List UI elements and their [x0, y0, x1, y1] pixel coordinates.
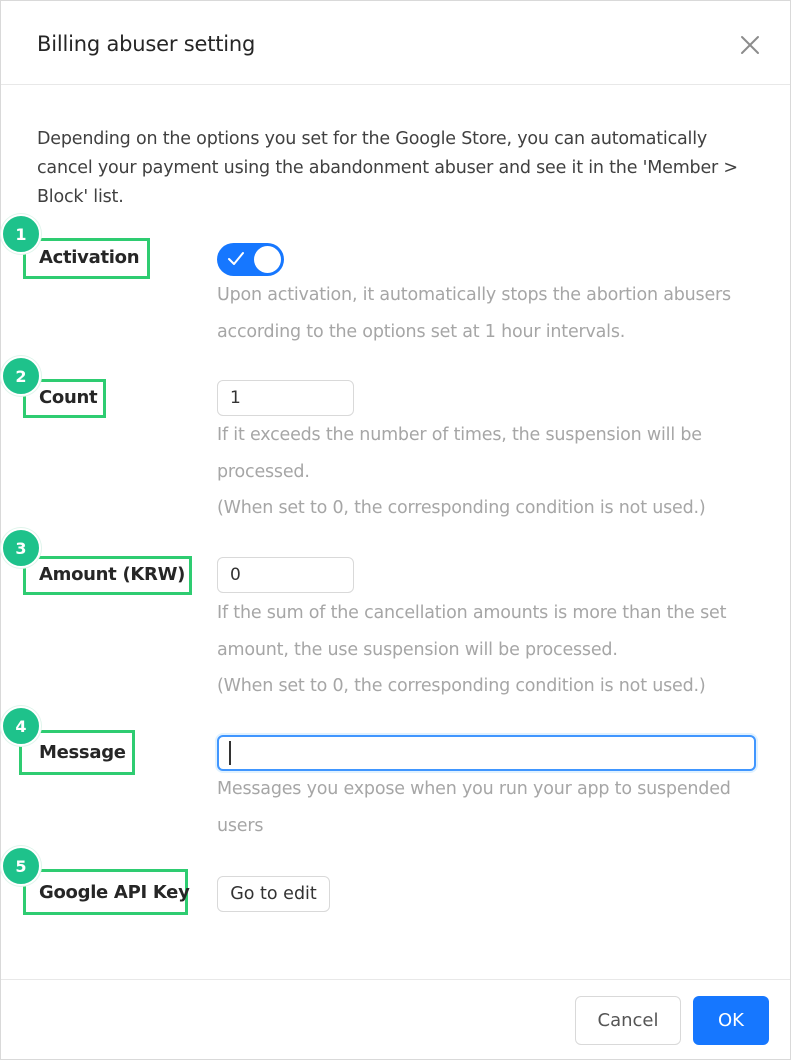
step-badge-4: 4 [1, 706, 41, 746]
activation-toggle[interactable] [217, 243, 284, 276]
go-to-edit-button[interactable]: Go to edit [217, 876, 330, 912]
count-note: (When set to 0, the corresponding condit… [217, 498, 706, 518]
count-hint: If it exceeds the number of times, the s… [217, 425, 702, 482]
amount-hint: If the sum of the cancellation amounts i… [217, 603, 727, 660]
dialog-header: Billing abuser setting [1, 1, 790, 85]
toggle-knob [254, 246, 281, 273]
google-api-key-label: Google API Key [39, 882, 190, 903]
billing-abuser-dialog: Billing abuser setting Depending on the … [0, 0, 791, 1060]
dialog-title: Billing abuser setting [37, 32, 256, 56]
step-badge-5: 5 [1, 846, 41, 886]
close-icon[interactable] [738, 33, 762, 57]
text-caret [229, 741, 231, 765]
check-icon [228, 252, 244, 265]
amount-label: Amount (KRW) [39, 564, 186, 585]
count-input[interactable] [217, 380, 354, 416]
message-hint: Messages you expose when you run your ap… [217, 779, 731, 836]
dialog-description: Depending on the options you set for the… [37, 129, 738, 207]
message-input[interactable] [217, 735, 756, 771]
amount-highlight-box: Amount (KRW) [23, 556, 192, 595]
amount-input[interactable] [217, 557, 354, 593]
step-badge-3: 3 [1, 528, 41, 568]
activation-highlight-box: Activation [23, 238, 150, 279]
activation-label: Activation [39, 247, 140, 268]
google-api-key-highlight-box: Google API Key [23, 869, 190, 915]
step-badge-1: 1 [1, 214, 41, 254]
amount-note: (When set to 0, the corresponding condit… [217, 676, 706, 696]
activation-hint: Upon activation, it automatically stops … [217, 285, 731, 342]
ok-button[interactable]: OK [693, 996, 769, 1045]
message-label: Message [39, 742, 126, 763]
count-label: Count [39, 387, 98, 408]
cancel-button[interactable]: Cancel [575, 996, 681, 1045]
step-badge-2: 2 [1, 356, 41, 396]
